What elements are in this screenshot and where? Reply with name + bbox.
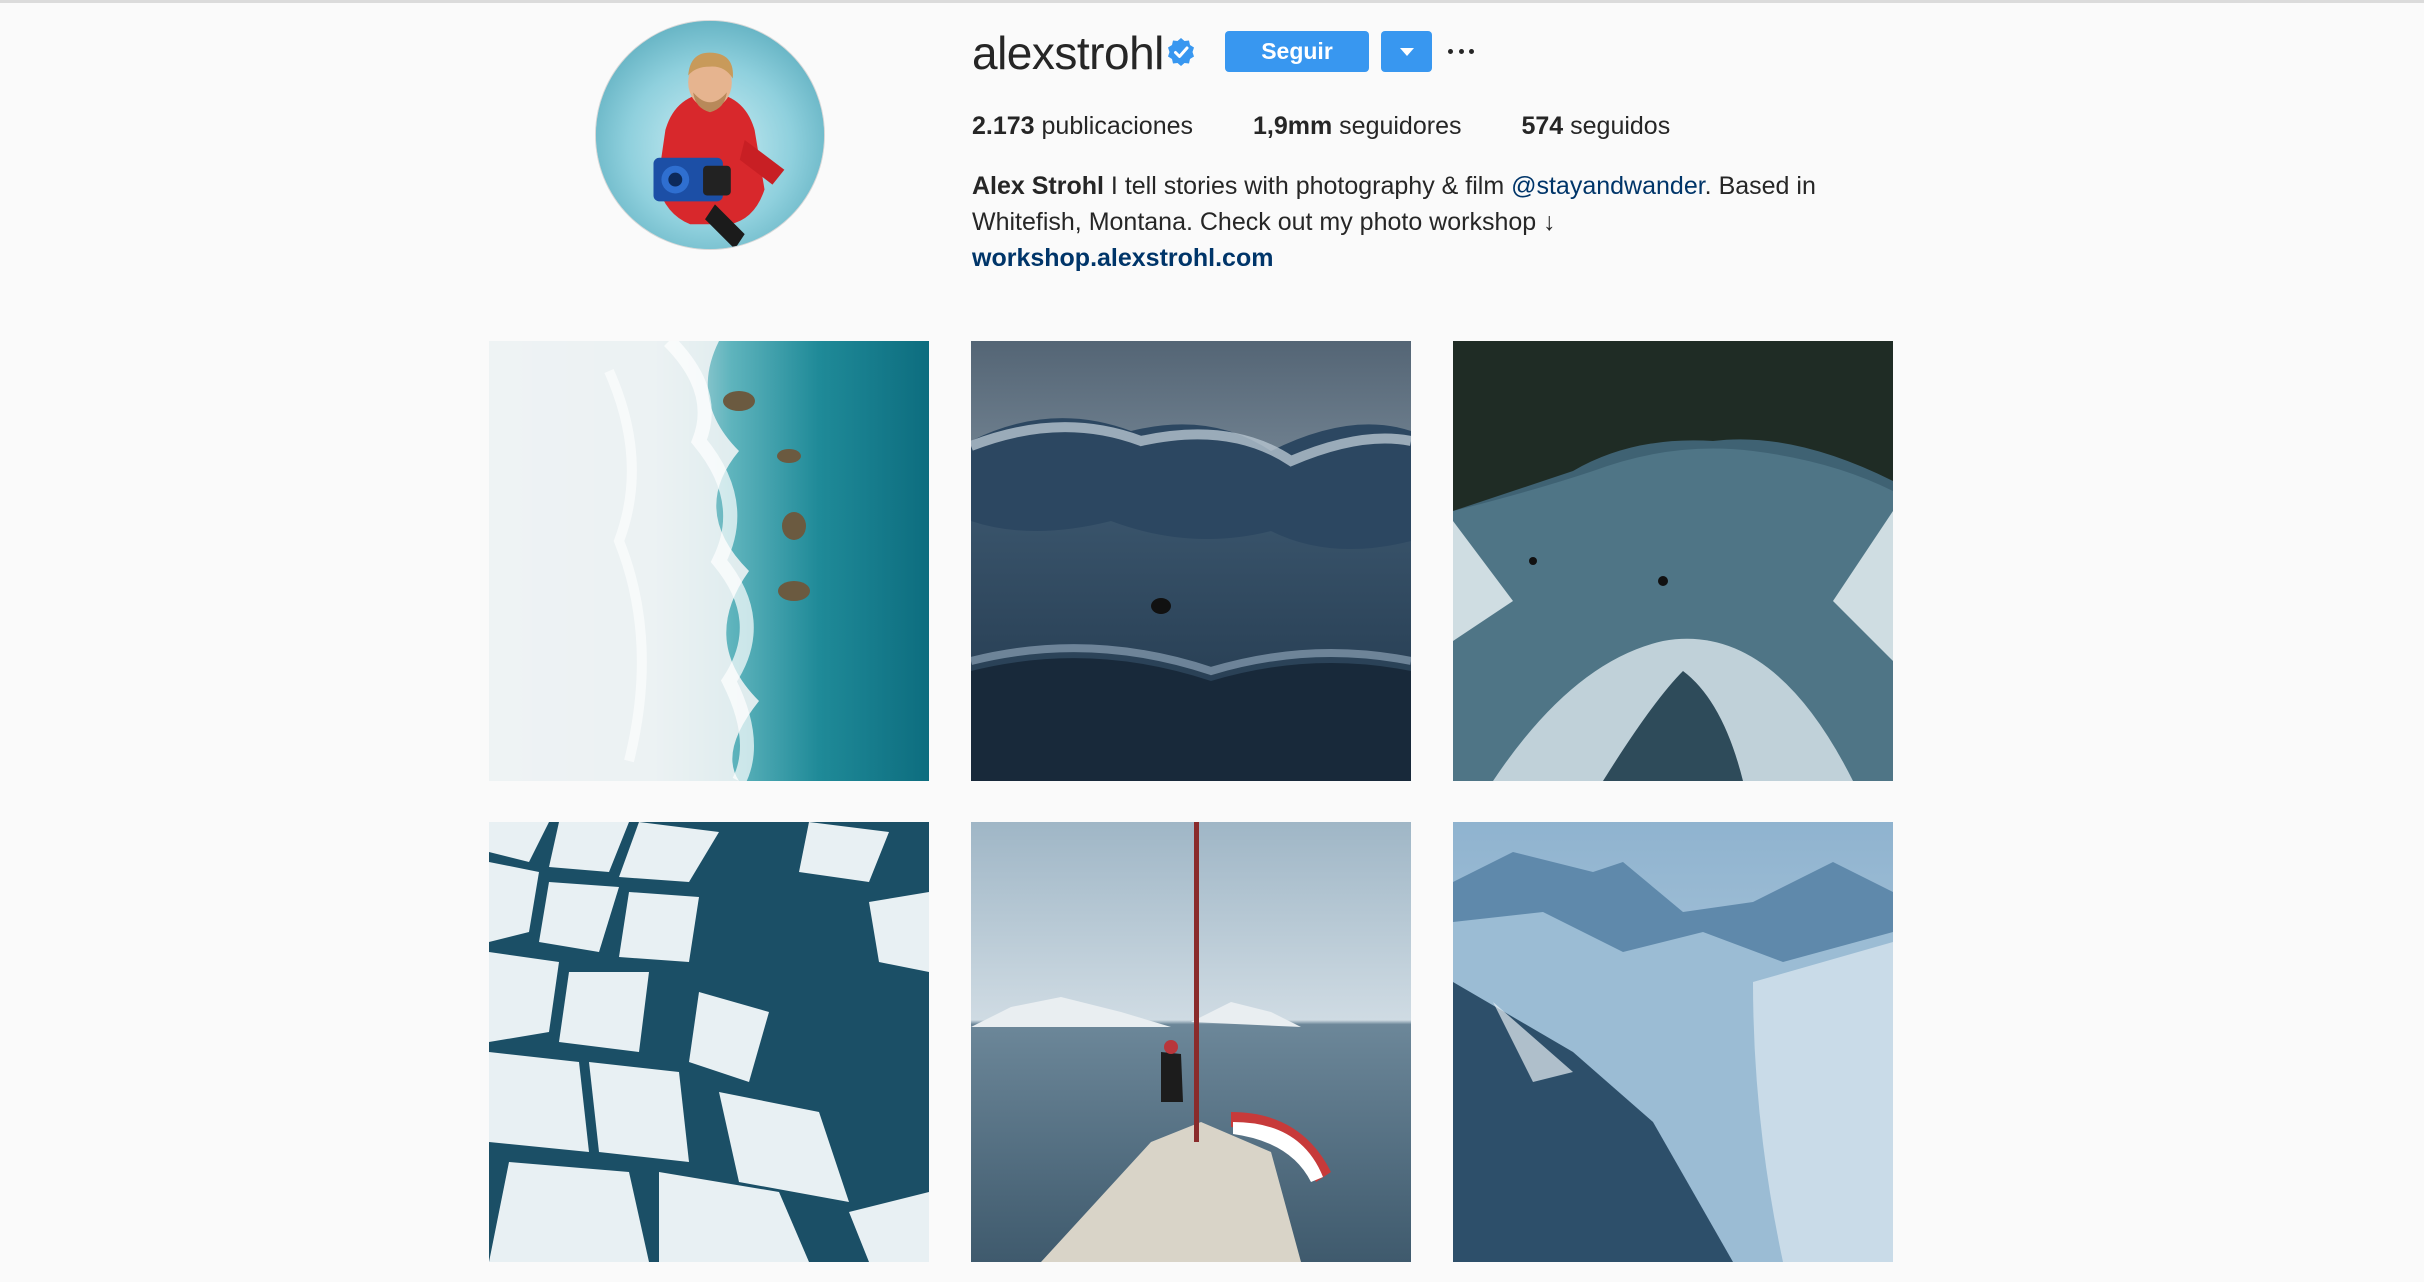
post-surfer-big-wave[interactable] — [971, 341, 1411, 781]
post-aerial-ice-floes[interactable] — [489, 822, 929, 1262]
post-sailboat-bow-fjord[interactable] — [971, 822, 1411, 1262]
posts-grid — [0, 0, 2424, 1282]
post-aerial-coast-waves[interactable] — [489, 341, 929, 781]
post-snowy-mountains[interactable] — [1453, 822, 1893, 1262]
post-river-surfing-forest[interactable] — [1453, 341, 1893, 781]
